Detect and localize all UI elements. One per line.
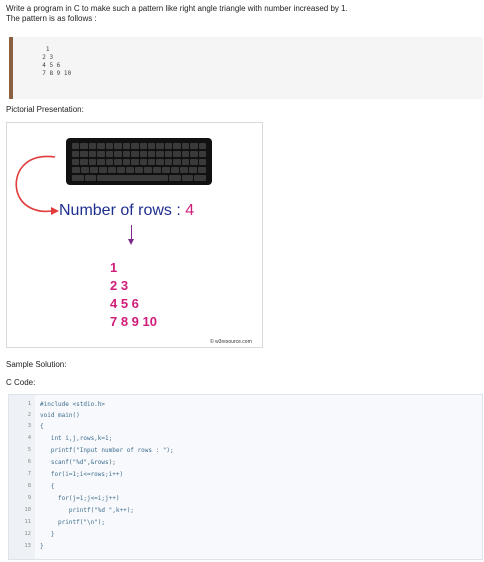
- code-line: 2 void main(): [9, 410, 482, 421]
- pictorial-figure: Number of rows : 4 1 2 3 4 5 6 7 8 9 10 …: [6, 122, 263, 348]
- line-number: 9: [27, 495, 31, 501]
- code-text: int i,j,rows,k=1;: [40, 435, 113, 442]
- pattern-intro-text: The pattern is as follows :: [6, 14, 97, 23]
- code-line: 8 {: [9, 481, 482, 492]
- keyboard-image: [66, 138, 212, 185]
- down-arrowhead: [128, 239, 134, 245]
- code-text: printf("%d ",k++);: [40, 507, 134, 514]
- pattern-line: 2 3: [35, 54, 54, 61]
- code-text: for(i=1;i<=rows;i++): [40, 471, 124, 478]
- pictorial-heading: Pictorial Presentation:: [6, 105, 84, 114]
- pattern-line: 1: [35, 46, 50, 53]
- pattern-line: 7 8 9 10: [35, 70, 72, 77]
- code-line: 11 printf("\n");: [9, 517, 482, 528]
- line-number: 2: [27, 412, 31, 418]
- pattern-line: 4 5 6: [35, 62, 61, 69]
- line-number: 12: [24, 531, 31, 537]
- pattern-output: 1 2 3 4 5 6 7 8 9 10: [35, 46, 71, 78]
- line-number: 4: [27, 435, 31, 441]
- code-line: 6 scanf("%d",&rows);: [9, 457, 482, 468]
- triangle-line: 1: [110, 260, 118, 275]
- code-text: void main(): [40, 412, 80, 419]
- line-number: 13: [24, 543, 31, 549]
- line-number: 5: [27, 447, 31, 453]
- code-text: printf("\n");: [40, 519, 106, 526]
- code-block[interactable]: 1 #include <stdio.h> 2 void main() 3{ 4 in…: [8, 394, 483, 560]
- curved-arrow-icon: [15, 155, 59, 215]
- code-text: #include <stdio.h>: [40, 401, 106, 408]
- code-line: 7 for(i=1;i<=rows;i++): [9, 469, 482, 480]
- triangle-line: 4 5 6: [110, 296, 139, 311]
- code-line: 4 int i,j,rows,k=1;: [9, 433, 482, 444]
- rows-label-text: Number of rows :: [59, 202, 186, 219]
- line-number: 8: [27, 483, 31, 489]
- sample-solution-heading: Sample Solution:: [6, 360, 67, 369]
- code-heading: C Code:: [6, 378, 36, 387]
- code-line: 9 for(j=1;j<=i;j++): [9, 493, 482, 504]
- triangle-line: 7 8 9 10: [110, 314, 157, 329]
- code-text: {: [40, 423, 44, 430]
- line-number: 3: [27, 423, 31, 429]
- code-line: 5 printf("Input number of rows : ");: [9, 445, 482, 456]
- code-text: printf("Input number of rows : ");: [40, 447, 174, 454]
- code-line: 1 #include <stdio.h>: [9, 399, 482, 410]
- code-text: for(j=1;j<=i;j++): [40, 495, 120, 502]
- code-text: {: [40, 483, 55, 490]
- code-line: 3{: [9, 421, 482, 432]
- line-number: 6: [27, 459, 31, 465]
- w3resource-logo: © w3resource.com: [210, 339, 252, 345]
- line-number: 11: [24, 519, 31, 525]
- code-line: 12 }: [9, 529, 482, 540]
- code-text: scanf("%d",&rows);: [40, 459, 116, 466]
- code-text: }: [40, 543, 44, 550]
- code-line: 10 printf("%d ",k++);: [9, 505, 482, 516]
- line-number: 7: [27, 471, 31, 477]
- rows-value: 4: [185, 202, 195, 219]
- code-line: 13}: [9, 541, 482, 552]
- problem-statement: Write a program in C to make such a patt…: [6, 4, 348, 24]
- problem-text: Write a program in C to make such a patt…: [6, 4, 348, 13]
- line-number: 10: [24, 507, 31, 513]
- code-text: }: [40, 531, 55, 538]
- triangle-line: 2 3: [110, 278, 129, 293]
- pattern-output-block: 1 2 3 4 5 6 7 8 9 10: [9, 37, 483, 99]
- line-number: 1: [27, 401, 31, 407]
- rows-label: Number of rows : 4: [59, 202, 194, 220]
